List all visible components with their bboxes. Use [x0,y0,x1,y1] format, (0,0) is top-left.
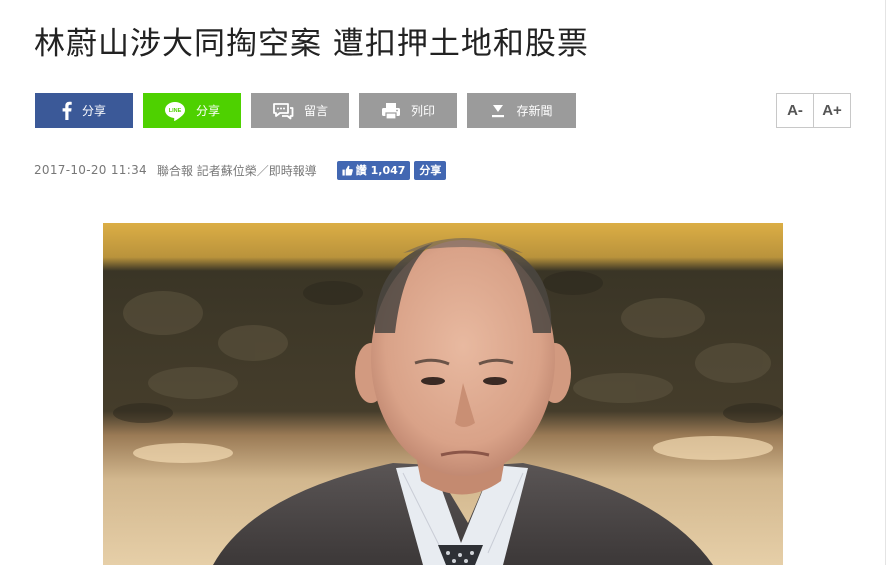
article-title: 林蔚山涉大同掏空案 遭扣押土地和股票 [34,26,589,62]
article-byline: 聯合報 記者蘇位榮／即時報導 [156,163,317,178]
comment-button[interactable]: 留言 [251,93,349,128]
line-share-label: 分享 [195,104,220,118]
line-share-button[interactable]: LINE 分享 [143,93,241,128]
facebook-icon [62,101,72,120]
facebook-share-widget[interactable]: 分享 [414,160,447,180]
font-decrease-button[interactable]: A- [777,94,813,127]
article-meta: 2017-10-20 11:34 聯合報 記者蘇位榮／即時報導 讚 1,047 … [34,160,447,180]
print-label: 列印 [410,104,435,118]
line-icon-text: LINE [169,108,182,114]
line-icon: LINE [164,101,186,121]
facebook-share-label: 分享 [81,104,106,118]
print-icon [381,102,401,120]
print-button[interactable]: 列印 [359,93,457,128]
font-size-controls: A- A+ [776,93,851,128]
like-label: 讚 [355,164,367,177]
save-news-label: 存新聞 [516,104,553,118]
save-news-button[interactable]: 存新聞 [467,93,576,128]
publish-date: 2017-10-20 11:34 [34,163,147,177]
article-photo [103,223,783,565]
facebook-like-button[interactable]: 讚 1,047 [336,160,411,180]
facebook-share-button[interactable]: 分享 [35,93,133,128]
page-right-border [885,0,886,565]
font-increase-button[interactable]: A+ [814,94,850,127]
download-icon [490,103,506,119]
comment-icon [272,102,294,120]
like-count: 1,047 [370,163,406,177]
thumbs-up-icon [342,165,353,176]
comment-label: 留言 [303,104,328,118]
